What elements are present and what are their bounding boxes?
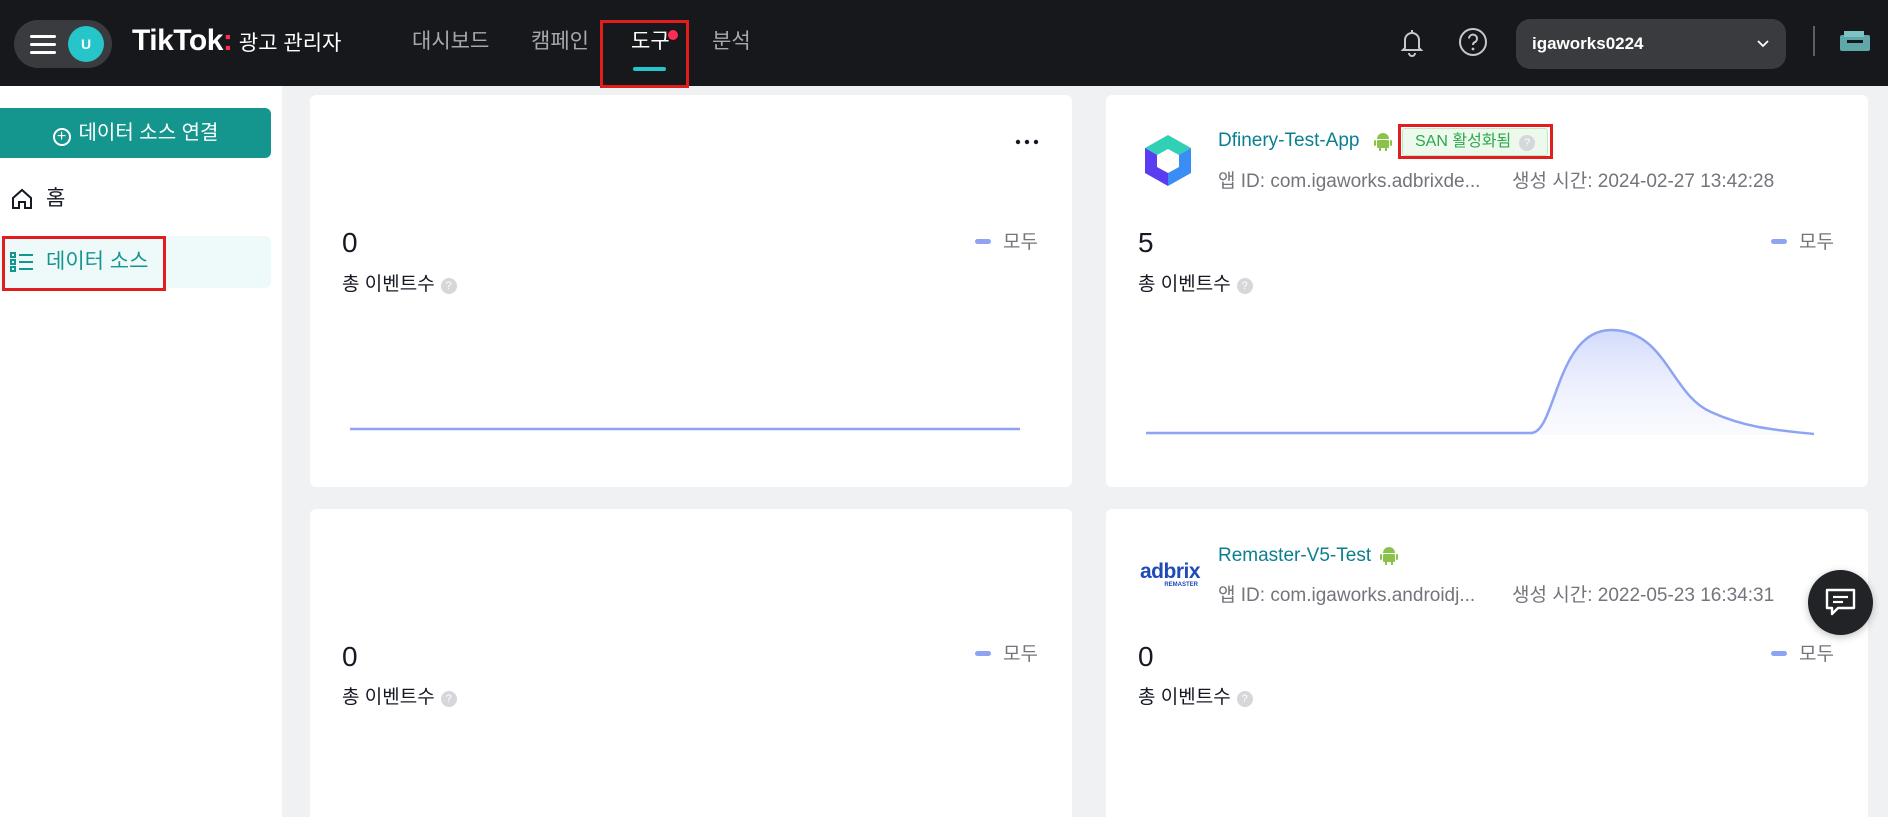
legend-label: 모두	[1003, 232, 1038, 253]
header-divider	[1813, 26, 1815, 56]
metric-label: 총 이벤트수?	[1138, 269, 1253, 296]
help-icon[interactable]	[1457, 26, 1489, 58]
app-name-link[interactable]: Dfinery-Test-App	[1218, 130, 1360, 152]
metric-label: 총 이벤트수?	[1138, 682, 1253, 709]
app-id: 앱 ID: com.igaworks.androidj...	[1218, 585, 1476, 606]
legend-swatch	[975, 239, 991, 244]
nav-dashboard[interactable]: 대시보드	[412, 0, 489, 86]
metric-label: 총 이벤트수?	[342, 682, 457, 709]
data-source-card: 0 총 이벤트수? 모두	[310, 95, 1072, 487]
menu-account-pill[interactable]: U	[14, 20, 112, 68]
help-icon[interactable]: ?	[440, 691, 457, 707]
metric-value: 0	[342, 227, 358, 258]
nav-analytics[interactable]: 분석	[712, 0, 751, 86]
connect-button-label: 데이터 소스 연결	[78, 122, 219, 144]
legend-label: 모두	[1799, 644, 1834, 665]
avatar[interactable]: U	[68, 26, 104, 62]
app-logo-icon	[1145, 135, 1191, 186]
connect-data-source-button[interactable]: + 데이터 소스 연결	[0, 108, 271, 158]
metric-value: 0	[342, 641, 358, 672]
sidebar-item-label: 홈	[46, 187, 66, 210]
metric-label: 총 이벤트수?	[342, 269, 457, 296]
android-icon	[1380, 547, 1398, 565]
android-icon	[1374, 133, 1392, 151]
metric-value: 0	[1138, 641, 1154, 672]
highlight-box-data-source	[2, 236, 166, 291]
created-time: 생성 시간: 2022-05-23 16:34:31	[1512, 585, 1775, 606]
legend-label: 모두	[1003, 644, 1038, 665]
created-time: 생성 시간: 2024-02-27 13:42:28	[1512, 171, 1775, 192]
top-bar: U TikTok: 광고 관리자 대시보드 캠페인 도구 분석 igaworks…	[0, 0, 1888, 88]
data-source-card: adbrix REMASTER Remaster-V5-Test 앱 ID: c…	[1106, 509, 1868, 817]
legend: 모두	[975, 227, 1038, 254]
line-chart	[350, 427, 1020, 431]
home-icon	[12, 188, 32, 209]
brand-logo[interactable]: TikTok: 광고 관리자	[132, 24, 341, 60]
brand-subtitle: 광고 관리자	[238, 32, 342, 55]
metric-label-text: 총 이벤트수	[1138, 274, 1231, 295]
metric-value: 5	[1138, 227, 1154, 258]
chevron-down-icon	[1757, 40, 1769, 48]
metric-label-text: 총 이벤트수	[342, 274, 435, 295]
plus-circle-icon: +	[52, 128, 71, 146]
more-options-icon[interactable]	[1014, 139, 1040, 145]
chat-support-button[interactable]	[1808, 570, 1873, 635]
series-area	[1146, 330, 1814, 435]
sidebar: + 데이터 소스 연결 홈 데이터 소스	[0, 86, 282, 817]
bell-icon[interactable]	[1396, 26, 1428, 58]
brand-name: TikTok	[132, 24, 223, 57]
data-source-card: 0 총 이벤트수? 모두	[310, 509, 1072, 817]
menu-icon[interactable]	[30, 35, 56, 55]
metric-label-text: 총 이벤트수	[342, 687, 435, 708]
sidebar-item-home[interactable]: 홈	[0, 173, 271, 225]
help-icon[interactable]: ?	[1236, 691, 1253, 707]
brand-dot: :	[222, 24, 233, 57]
legend: 모두	[1771, 639, 1834, 666]
data-source-card: Dfinery-Test-App SAN 활성화됨? 앱 ID: com.iga…	[1106, 95, 1868, 487]
metric-label-text: 총 이벤트수	[1138, 687, 1231, 708]
legend-swatch	[1771, 239, 1787, 244]
legend-swatch	[1771, 651, 1787, 656]
highlight-box-tools	[600, 20, 689, 88]
legend-label: 모두	[1799, 232, 1834, 253]
legend: 모두	[1771, 227, 1834, 254]
logo-text: adbrix	[1140, 560, 1201, 583]
help-icon[interactable]: ?	[1236, 278, 1253, 294]
help-icon[interactable]: ?	[440, 278, 457, 294]
app-id: 앱 ID: com.igaworks.adbrixde...	[1218, 171, 1481, 192]
account-name: igaworks0224	[1532, 34, 1644, 53]
nav-campaign[interactable]: 캠페인	[531, 0, 589, 86]
app-name-link[interactable]: Remaster-V5-Test	[1218, 545, 1371, 567]
ticket-icon[interactable]	[1838, 26, 1872, 58]
adbrix-logo: adbrix REMASTER	[1140, 560, 1201, 591]
highlight-box-san	[1398, 124, 1553, 159]
legend: 모두	[975, 639, 1038, 666]
chat-icon	[1825, 588, 1856, 616]
legend-swatch	[975, 651, 991, 656]
line-chart	[1146, 328, 1815, 436]
account-selector[interactable]: igaworks0224	[1516, 19, 1786, 69]
